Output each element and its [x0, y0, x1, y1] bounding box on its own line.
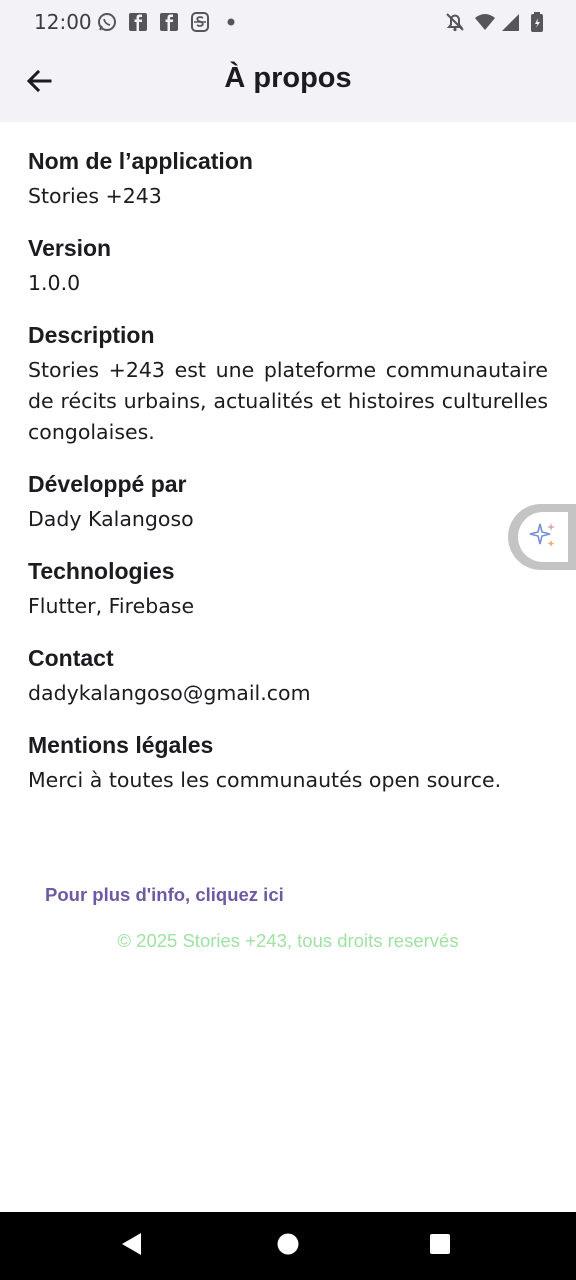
recents-square-icon	[428, 1232, 452, 1261]
contact-section: Contact dadykalangoso@gmail.com	[28, 642, 548, 709]
description-value: Stories +243 est une plateforme communau…	[28, 358, 548, 444]
status-bar: 12:00	[0, 0, 576, 44]
version-value: 1.0.0	[28, 271, 81, 295]
app-s-icon	[189, 11, 211, 33]
app-bar: À propos	[0, 44, 576, 122]
dot-icon	[220, 11, 242, 33]
signal-icon	[500, 11, 522, 33]
section-title: Description	[28, 322, 155, 348]
app-name-value: Stories +243	[28, 184, 162, 208]
about-content: Nom de l’application Stories +243 Versio…	[28, 145, 548, 816]
app-name-section: Nom de l’application Stories +243	[28, 145, 548, 212]
developer-section: Développé par Dady Kalangoso	[28, 468, 548, 535]
nav-back-button[interactable]	[116, 1230, 148, 1262]
section-title: Nom de l’application	[28, 148, 253, 174]
wifi-icon	[474, 11, 496, 33]
legal-section: Mentions légales Merci à toutes les comm…	[28, 729, 548, 796]
legal-value: Merci à toutes les communautés open sour…	[28, 768, 502, 792]
technologies-section: Technologies Flutter, Firebase	[28, 555, 548, 622]
back-triangle-icon	[119, 1231, 145, 1262]
contact-email: dadykalangoso@gmail.com	[28, 681, 311, 705]
sparkle-icon	[526, 518, 560, 557]
section-title: Version	[28, 235, 112, 261]
copyright-text: © 2025 Stories +243, tous droits reservé…	[117, 930, 459, 951]
nav-recents-button[interactable]	[424, 1230, 456, 1262]
notifications-off-icon	[444, 11, 466, 33]
version-section: Version 1.0.0	[28, 232, 548, 299]
status-time: 12:00	[34, 10, 92, 34]
whatsapp-icon	[96, 11, 118, 33]
nav-home-button[interactable]	[272, 1230, 304, 1262]
description-section: Description Stories +243 est une platefo…	[28, 319, 548, 448]
floating-assistant-button[interactable]	[508, 504, 576, 570]
facebook-icon	[158, 11, 180, 33]
technologies-value: Flutter, Firebase	[28, 594, 195, 618]
home-circle-icon	[276, 1232, 300, 1261]
section-title: Développé par	[28, 471, 187, 497]
facebook-icon	[127, 11, 149, 33]
section-title: Contact	[28, 645, 114, 671]
battery-icon	[526, 11, 548, 33]
more-info-link[interactable]: Pour plus d'info, cliquez ici	[45, 884, 284, 906]
assistant-inner	[518, 512, 568, 562]
developer-value: Dady Kalangoso	[28, 507, 194, 531]
section-title: Mentions légales	[28, 732, 214, 758]
page-title: À propos	[224, 62, 352, 94]
section-title: Technologies	[28, 558, 175, 584]
system-nav-bar	[0, 1212, 576, 1280]
